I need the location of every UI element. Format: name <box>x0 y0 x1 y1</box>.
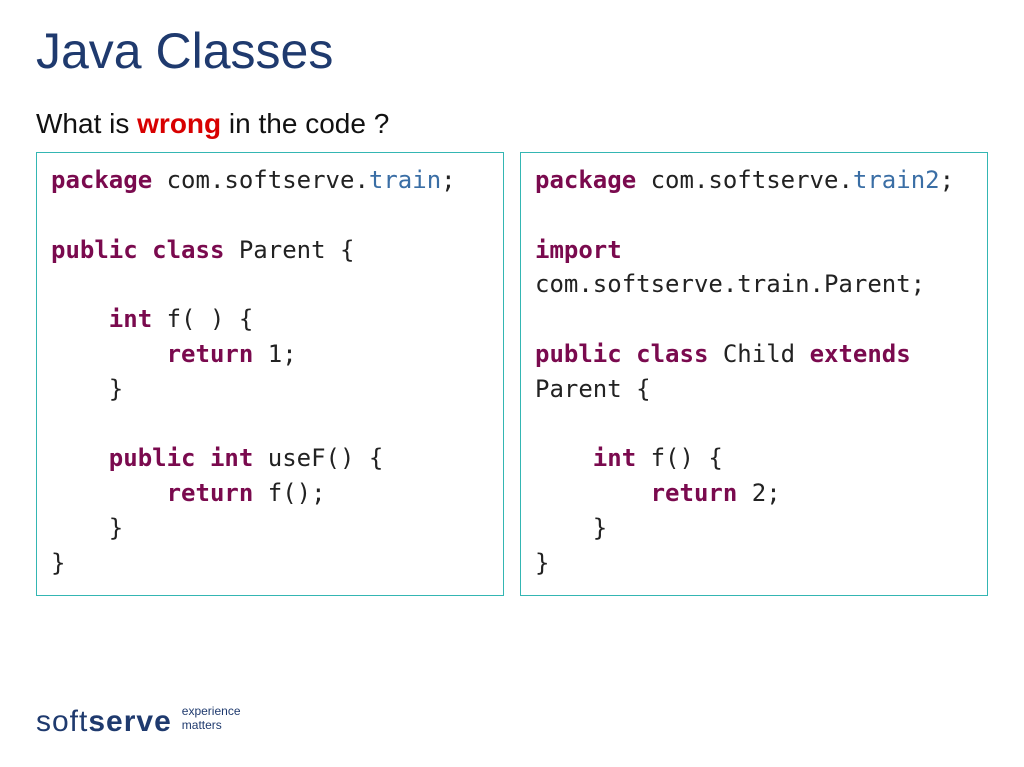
brand-tagline: experience matters <box>182 705 241 737</box>
question-text: What is wrong in the code ? <box>36 108 988 140</box>
tagline-1: experience <box>182 705 241 719</box>
question-prefix: What is <box>36 108 137 139</box>
code-box-left: package com.softserve.train; public clas… <box>36 152 504 596</box>
code-right: package com.softserve.train2; import com… <box>535 163 973 581</box>
tagline-2: matters <box>182 719 241 733</box>
code-box-right: package com.softserve.train2; import com… <box>520 152 988 596</box>
logo-soft: soft <box>36 705 88 738</box>
slide-title: Java Classes <box>36 22 988 80</box>
brand-logo: softserve <box>36 707 172 737</box>
question-suffix: in the code ? <box>221 108 389 139</box>
code-columns: package com.softserve.train; public clas… <box>36 152 988 596</box>
code-left: package com.softserve.train; public clas… <box>51 163 489 581</box>
logo-serve: serve <box>88 705 171 738</box>
footer: softserve experience matters <box>36 705 241 737</box>
question-emphasis: wrong <box>137 108 221 139</box>
